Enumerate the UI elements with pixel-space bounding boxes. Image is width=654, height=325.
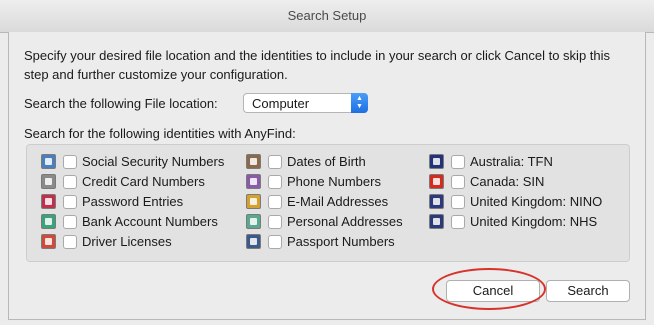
checkbox[interactable] xyxy=(63,155,77,169)
checkbox[interactable] xyxy=(63,235,77,249)
option-label: Password Entries xyxy=(82,194,184,209)
checkbox[interactable] xyxy=(268,155,282,169)
option-label: Dates of Birth xyxy=(287,154,366,169)
phone-icon xyxy=(246,174,261,189)
checkbox[interactable] xyxy=(268,175,282,189)
checkbox[interactable] xyxy=(451,195,465,209)
intro-text: Specify your desired file location and t… xyxy=(24,48,611,82)
cancel-highlight-annotation xyxy=(432,268,546,310)
search-button[interactable]: Search xyxy=(546,280,630,302)
option-label: Passport Numbers xyxy=(287,234,395,249)
uk-flag-icon xyxy=(429,194,444,209)
address-icon xyxy=(246,214,261,229)
identities-group: Social Security Numbers Credit Card Numb… xyxy=(26,144,630,262)
checkbox[interactable] xyxy=(268,215,282,229)
option-label: Phone Numbers xyxy=(287,174,381,189)
file-location-select[interactable]: Computer ▲ ▼ xyxy=(243,93,368,113)
option-label: Bank Account Numbers xyxy=(82,214,218,229)
passport-icon xyxy=(246,234,261,249)
australia-flag-icon xyxy=(429,154,444,169)
password-icon xyxy=(41,194,56,209)
option-label: Driver Licenses xyxy=(82,234,172,249)
checkbox[interactable] xyxy=(268,195,282,209)
option-label: E-Mail Addresses xyxy=(287,194,389,209)
checkbox[interactable] xyxy=(451,215,465,229)
checkbox[interactable] xyxy=(63,175,77,189)
checkbox[interactable] xyxy=(451,155,465,169)
driver-license-icon xyxy=(41,234,56,249)
checkbox[interactable] xyxy=(268,235,282,249)
bank-icon xyxy=(41,214,56,229)
id-card-icon xyxy=(41,154,56,169)
identities-label: Search for the following identities with… xyxy=(24,126,296,141)
uk-flag-icon xyxy=(429,214,444,229)
email-icon xyxy=(246,194,261,209)
option-label: United Kingdom: NHS xyxy=(470,214,598,229)
select-arrows-icon: ▲ ▼ xyxy=(351,93,368,113)
canada-flag-icon xyxy=(429,174,444,189)
option-label: Canada: SIN xyxy=(470,174,545,189)
option-label: Credit Card Numbers xyxy=(82,174,205,189)
option-label: Australia: TFN xyxy=(470,154,553,169)
checkbox[interactable] xyxy=(451,175,465,189)
file-location-label: Search the following File location: xyxy=(24,96,218,111)
option-label: Social Security Numbers xyxy=(82,154,225,169)
file-location-value: Computer xyxy=(252,96,310,111)
calendar-icon xyxy=(246,154,261,169)
window-title: Search Setup xyxy=(0,0,654,33)
option-label: Personal Addresses xyxy=(287,214,403,229)
checkbox[interactable] xyxy=(63,215,77,229)
checkbox[interactable] xyxy=(63,195,77,209)
option-label: United Kingdom: NINO xyxy=(470,194,603,209)
credit-card-icon xyxy=(41,174,56,189)
